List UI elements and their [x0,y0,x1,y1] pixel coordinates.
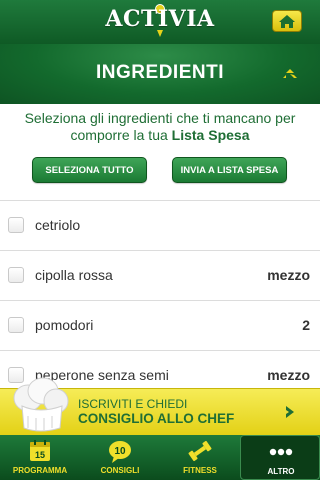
tips-badge: 10 [114,446,126,457]
tab-label: ALTRO [267,467,295,476]
send-to-list-button[interactable]: INVIA A LISTA SPESA [172,157,287,183]
ingredient-qty: mezzo [267,267,310,283]
list-item[interactable]: pomodori 2 [0,300,320,350]
promo-line2: CONSIGLIO ALLO CHEF [78,411,235,426]
tab-bar: 15 PROGRAMMA 10 CONSIGLI FITNESS ALTRO [0,435,320,480]
chevron-right-icon [286,406,294,418]
tab-altro[interactable]: ALTRO [240,435,320,480]
chevron-up-double-icon[interactable] [282,68,298,80]
tab-fitness[interactable]: FITNESS [160,435,240,480]
logo-arrow [157,30,163,37]
ingredient-qty: mezzo [267,367,310,383]
section-title: INGREDIENTI [96,62,224,83]
home-icon [279,14,295,28]
ingredient-name: cipolla rossa [35,267,113,283]
ingredient-name: pomodori [35,317,94,333]
list-item[interactable]: cipolla rossa mezzo [0,250,320,300]
list-item[interactable]: cetriolo [0,200,320,250]
intro-text-bold: Lista Spesa [171,127,250,143]
tab-programma[interactable]: 15 PROGRAMMA [0,435,80,480]
checkbox[interactable] [8,217,24,233]
tips-icon: 10 [109,441,131,463]
top-bar: ACTIVIA [0,0,320,44]
more-icon [269,448,293,456]
select-all-button[interactable]: SELEZIONA TUTTO [32,157,147,183]
intro-text-main: Seleziona gli ingredienti che ti mancano… [24,110,296,143]
ingredient-qty: 2 [302,317,310,333]
ingredient-name: cetriolo [35,217,81,233]
tab-label: FITNESS [183,466,217,475]
tab-label: PROGRAMMA [12,466,68,475]
dumbbell-icon [188,440,212,462]
checkbox[interactable] [8,267,24,283]
intro-text: Seleziona gli ingredienti che ti mancano… [10,110,310,144]
calendar-icon: 15 [30,440,50,461]
home-button[interactable] [272,10,302,32]
calendar-badge: 15 [35,450,45,460]
tab-label: CONSIGLI [100,466,140,475]
chef-hat-icon [13,377,69,432]
checkbox[interactable] [8,317,24,333]
promo-line1: ISCRIVITI E CHIEDI [78,397,188,411]
tab-consigli[interactable]: 10 CONSIGLI [80,435,160,480]
